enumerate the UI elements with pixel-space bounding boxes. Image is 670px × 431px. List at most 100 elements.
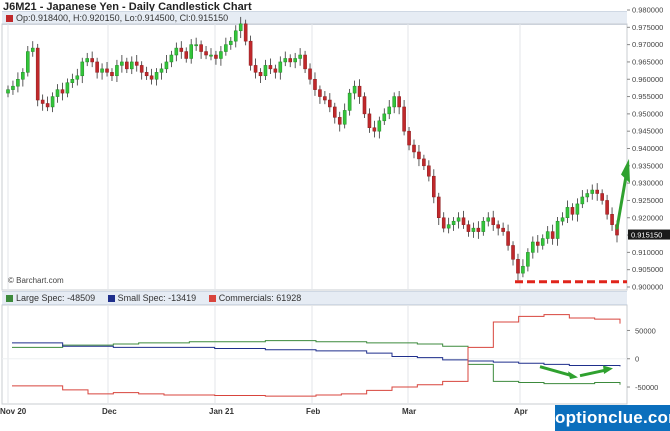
candle-body — [422, 158, 426, 167]
candle-body — [610, 214, 614, 225]
candle — [516, 253, 520, 281]
legend-small-spec-value: -13419 — [168, 293, 197, 303]
candle-body — [209, 54, 213, 57]
candle-body — [367, 113, 372, 128]
candle-body — [540, 238, 545, 246]
candle — [263, 59, 268, 80]
candle — [540, 234, 545, 250]
candle-body — [189, 44, 193, 59]
candle-body — [204, 51, 208, 56]
candle-body — [600, 193, 604, 201]
candle-body — [313, 79, 317, 90]
candle — [565, 200, 570, 223]
candle-body — [115, 65, 119, 77]
legend-swatch-small-spec — [107, 295, 115, 302]
candle-body — [253, 65, 258, 73]
candle-body — [80, 61, 85, 77]
commercials-line — [12, 314, 621, 397]
candle-body — [144, 72, 149, 77]
candle — [80, 57, 85, 84]
candle-body — [337, 117, 342, 125]
candle — [337, 111, 342, 132]
candle-body — [243, 23, 248, 42]
cot-arrow-2-head — [603, 365, 613, 375]
candle-body — [164, 61, 169, 70]
candle-body — [179, 47, 184, 52]
y-tick-label: 0.920000 — [632, 213, 663, 222]
candle-body — [214, 54, 218, 59]
candle-body — [565, 207, 570, 219]
candle — [575, 198, 580, 222]
candle-body — [402, 106, 406, 132]
candle — [164, 55, 169, 74]
candle — [387, 100, 392, 120]
candle — [342, 103, 347, 129]
candle-body — [308, 68, 312, 80]
candle-body — [412, 144, 416, 153]
last-price-label: 0.915150 — [631, 231, 662, 240]
candle — [303, 50, 307, 74]
legend-swatch-commercials — [208, 295, 216, 302]
candle — [6, 85, 10, 98]
candle — [382, 108, 387, 125]
candle-body — [21, 72, 25, 80]
candle-body — [248, 40, 253, 66]
candle-body — [194, 44, 198, 47]
candle — [555, 217, 560, 246]
x-tick-label: Jan 21 — [209, 407, 234, 416]
candle — [318, 85, 322, 104]
cot-tick-label: -50000 — [635, 383, 658, 392]
candle-body — [26, 51, 30, 73]
candle — [441, 212, 446, 233]
candle-body — [258, 72, 263, 77]
candle — [298, 48, 302, 66]
candle-body — [75, 75, 80, 80]
candle — [95, 57, 99, 79]
candle — [476, 221, 481, 239]
candle — [545, 226, 550, 244]
x-tick-label: Mar — [402, 407, 416, 416]
candle-body — [184, 51, 189, 59]
candle-body — [70, 79, 75, 83]
candle — [268, 58, 273, 75]
candle — [471, 222, 476, 238]
candle — [347, 88, 352, 116]
candle-body — [323, 96, 327, 101]
candle-body — [229, 40, 233, 45]
candle-body — [446, 224, 451, 229]
candle — [253, 58, 258, 79]
candle — [50, 92, 55, 113]
candle — [26, 46, 30, 77]
candle-body — [521, 265, 525, 274]
candle-body — [516, 259, 520, 274]
candle — [100, 63, 104, 80]
candle-body — [273, 68, 278, 73]
candle — [248, 35, 253, 71]
candle-body — [342, 110, 347, 125]
candle — [531, 236, 535, 259]
candle-body — [288, 58, 293, 63]
candle-body — [580, 196, 585, 205]
candle — [60, 82, 65, 101]
candle — [610, 207, 614, 231]
candle-body — [120, 61, 124, 66]
candle — [110, 68, 114, 81]
candle — [466, 220, 471, 237]
candle-body — [100, 68, 104, 73]
candle — [600, 189, 604, 205]
candle-body — [456, 217, 461, 222]
candle — [436, 192, 441, 226]
candle — [357, 79, 362, 104]
candle — [149, 68, 154, 85]
candle — [159, 63, 164, 80]
candle — [75, 68, 80, 86]
candle-body — [501, 227, 505, 232]
y-tick-label: 0.935000 — [632, 161, 663, 170]
candle-body — [392, 96, 396, 108]
candle — [209, 48, 213, 61]
candle-body — [95, 61, 99, 73]
candle — [308, 63, 312, 85]
candle-body — [154, 72, 159, 80]
candle — [21, 68, 25, 87]
candle-body — [595, 189, 599, 194]
